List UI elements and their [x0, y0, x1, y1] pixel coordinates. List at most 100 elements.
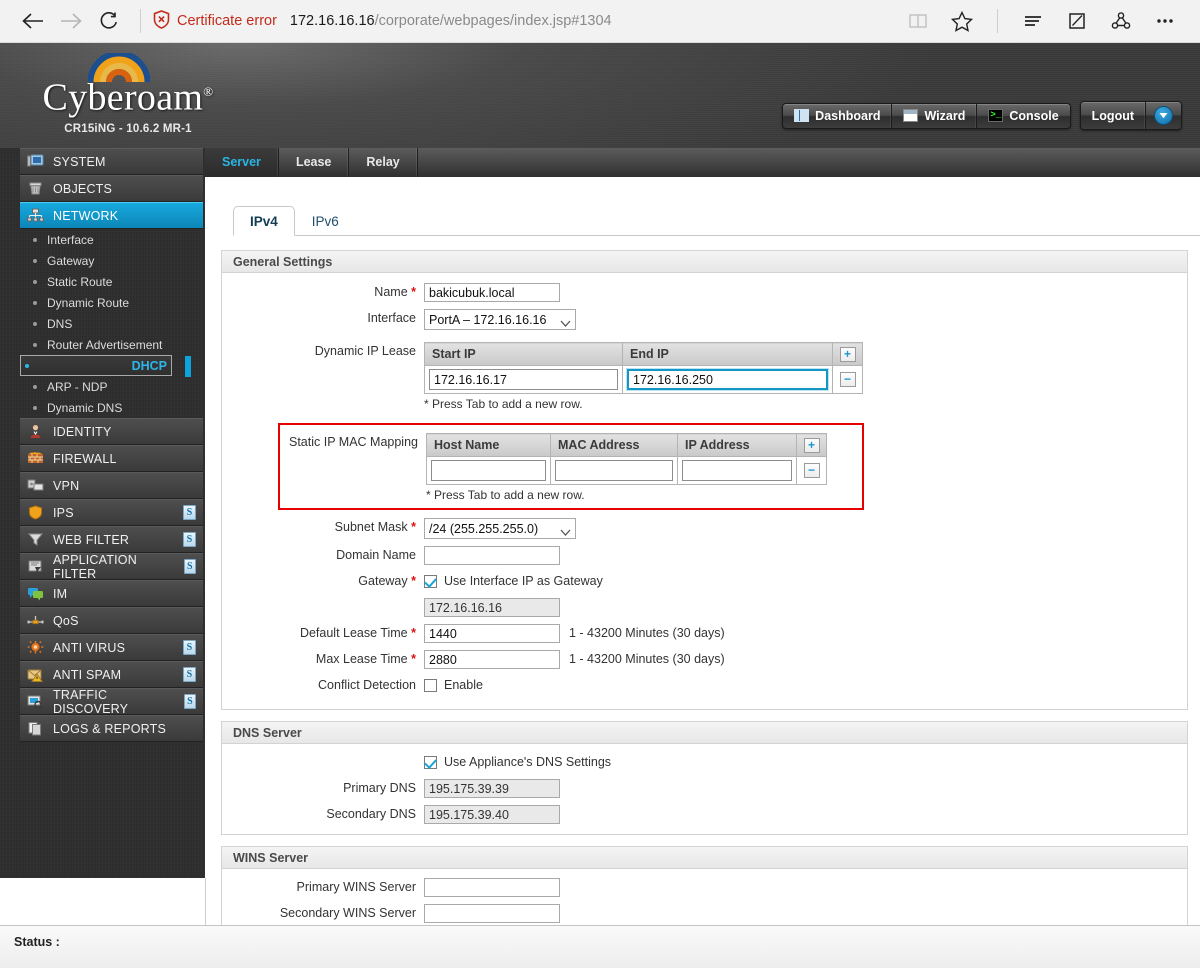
add-row-header-cell: +	[796, 433, 827, 457]
sidebar-item-anti-spam[interactable]: ANTI SPAM S	[20, 661, 203, 688]
share-icon[interactable]	[1100, 2, 1142, 40]
col-mac-address: MAC Address	[550, 433, 678, 457]
col-start-ip: Start IP	[424, 342, 623, 366]
sidebar-item-router-advertisement[interactable]: Router Advertisement	[20, 334, 203, 355]
mac-address-input[interactable]	[555, 460, 673, 481]
secondary-dns-label: Secondary DNS	[326, 807, 416, 821]
gateway-checkbox-row[interactable]: Use Interface IP as Gateway	[424, 572, 603, 591]
subnet-mask-select[interactable]: /24 (255.255.255.0)	[424, 518, 576, 539]
sidebar-item-arp-ndp[interactable]: ARP - NDP	[20, 376, 203, 397]
forward-arrow-icon[interactable]	[52, 2, 90, 40]
sidebar-item-static-route[interactable]: Static Route	[20, 271, 203, 292]
conflict-detection-label: Conflict Detection	[318, 678, 416, 692]
sidebar-label-ips: IPS	[53, 505, 74, 520]
sidebar-item-objects[interactable]: OBJECTS	[20, 175, 203, 202]
minus-icon[interactable]: −	[803, 462, 820, 478]
wizard-button[interactable]: Wizard	[892, 103, 978, 128]
toolbar-divider-2	[997, 9, 998, 33]
tab-lease[interactable]: Lease	[279, 148, 350, 177]
sidebar: SYSTEM OBJECTS NETWORK Interface Gateway…	[0, 148, 205, 878]
secondary-wins-input[interactable]	[424, 904, 560, 923]
sidebar-item-ips[interactable]: IPS S	[20, 499, 203, 526]
start-ip-input[interactable]	[429, 369, 618, 390]
name-label: Name *	[374, 285, 416, 299]
use-appliance-dns-checkbox[interactable]	[424, 756, 437, 769]
more-icon[interactable]	[1144, 2, 1186, 40]
sidebar-item-dns[interactable]: DNS	[20, 313, 203, 334]
sidebar-label-traffic-discovery: TRAFFIC DISCOVERY	[53, 687, 129, 716]
end-ip-input[interactable]	[627, 369, 828, 390]
web-note-icon[interactable]	[1056, 2, 1098, 40]
add-row-header-cell: +	[832, 342, 863, 366]
sidebar-item-web-filter[interactable]: WEB FILTER S	[20, 526, 203, 553]
console-button[interactable]: >_ Console	[977, 104, 1069, 128]
chat-icon	[27, 586, 44, 601]
sidebar-item-system[interactable]: SYSTEM	[20, 148, 203, 175]
sidebar-item-traffic-discovery[interactable]: TRAFFIC DISCOVERY S	[20, 687, 203, 716]
plus-icon[interactable]: +	[803, 437, 820, 453]
logout-button[interactable]: Logout	[1081, 102, 1146, 129]
virus-icon	[27, 640, 44, 655]
sidebar-item-dynamic-route[interactable]: Dynamic Route	[20, 292, 203, 313]
max-lease-time-hint: 1 - 43200 Minutes (30 days)	[569, 652, 725, 666]
dashboard-button[interactable]: Dashboard	[783, 103, 893, 128]
reading-view-icon[interactable]	[897, 2, 939, 40]
required-marker: *	[411, 652, 416, 666]
use-interface-ip-checkbox[interactable]	[424, 575, 437, 588]
ip-address-input[interactable]	[682, 460, 792, 481]
general-settings-panel: General Settings Name * Interface PortA …	[221, 250, 1188, 710]
tab-ipv6[interactable]: IPv6	[295, 206, 356, 236]
sidebar-label-logs-reports: LOGS & REPORTS	[53, 721, 167, 736]
archive-icon	[27, 181, 44, 196]
minus-icon[interactable]: −	[839, 371, 856, 387]
sidebar-item-identity[interactable]: IDENTITY	[20, 418, 203, 445]
bullet-icon	[33, 342, 37, 347]
conflict-detection-checkbox-row[interactable]: Enable	[424, 676, 483, 695]
domain-name-input[interactable]	[424, 546, 560, 565]
tab-ipv4[interactable]: IPv4	[233, 206, 295, 236]
gateway-label: Gateway *	[358, 574, 416, 588]
tab-server[interactable]: Server	[205, 148, 279, 177]
sidebar-item-vpn[interactable]: VPN	[20, 472, 203, 499]
back-arrow-icon[interactable]	[14, 2, 52, 40]
sidebar-label-dynamic-route: Dynamic Route	[47, 295, 130, 310]
plus-icon[interactable]: +	[839, 346, 856, 362]
sidebar-item-dhcp[interactable]: DHCP	[20, 355, 191, 377]
sidebar-item-application-filter[interactable]: APPLICATION FILTER S	[20, 553, 203, 581]
use-appliance-dns-checkbox-row[interactable]: Use Appliance's DNS Settings	[424, 753, 611, 772]
secondary-dns-input	[424, 805, 560, 824]
logout-menu-button[interactable]	[1146, 102, 1181, 129]
sidebar-item-logs-reports[interactable]: LOGS & REPORTS	[20, 715, 203, 742]
sidebar-item-anti-virus[interactable]: ANTI VIRUS S	[20, 634, 203, 661]
subscription-badge: S	[183, 559, 196, 574]
hub-icon[interactable]	[1012, 2, 1054, 40]
sidebar-item-network[interactable]: NETWORK	[20, 202, 203, 229]
favorites-star-icon[interactable]	[941, 2, 983, 40]
header-button-group: Dashboard Wizard >_ Console	[782, 102, 1071, 129]
sidebar-item-gateway[interactable]: Gateway	[20, 250, 203, 271]
cell-start-ip	[424, 365, 623, 394]
max-lease-time-input[interactable]	[424, 650, 560, 669]
url-path: /corporate/webpages/index.jsp#1304	[374, 13, 612, 29]
sidebar-item-dynamic-dns[interactable]: Dynamic DNS	[20, 397, 203, 418]
conflict-detection-checkbox[interactable]	[424, 679, 437, 692]
remove-row-cell: −	[832, 365, 863, 394]
default-lease-time-input[interactable]	[424, 624, 560, 643]
refresh-icon[interactable]	[90, 2, 128, 40]
sidebar-item-interface[interactable]: Interface	[20, 229, 203, 250]
sidebar-item-qos[interactable]: QoS	[20, 607, 203, 634]
name-input[interactable]	[424, 283, 560, 302]
address-bar[interactable]: 172.16.16.16/corporate/webpages/index.js…	[290, 13, 612, 29]
sidebar-label-identity: IDENTITY	[53, 424, 112, 439]
browser-actions	[897, 2, 1186, 40]
primary-wins-input[interactable]	[424, 878, 560, 897]
sidebar-label-firewall: FIREWALL	[53, 451, 117, 466]
required-marker: *	[411, 626, 416, 640]
interface-select[interactable]: PortA – 172.16.16.16	[424, 309, 576, 330]
certificate-error-indicator[interactable]: Certificate error	[153, 9, 277, 33]
bullet-icon	[33, 405, 37, 410]
host-name-input[interactable]	[431, 460, 546, 481]
sidebar-item-im[interactable]: IM	[20, 580, 203, 607]
tab-relay[interactable]: Relay	[349, 148, 418, 177]
sidebar-item-firewall[interactable]: FIREWALL	[20, 445, 203, 472]
